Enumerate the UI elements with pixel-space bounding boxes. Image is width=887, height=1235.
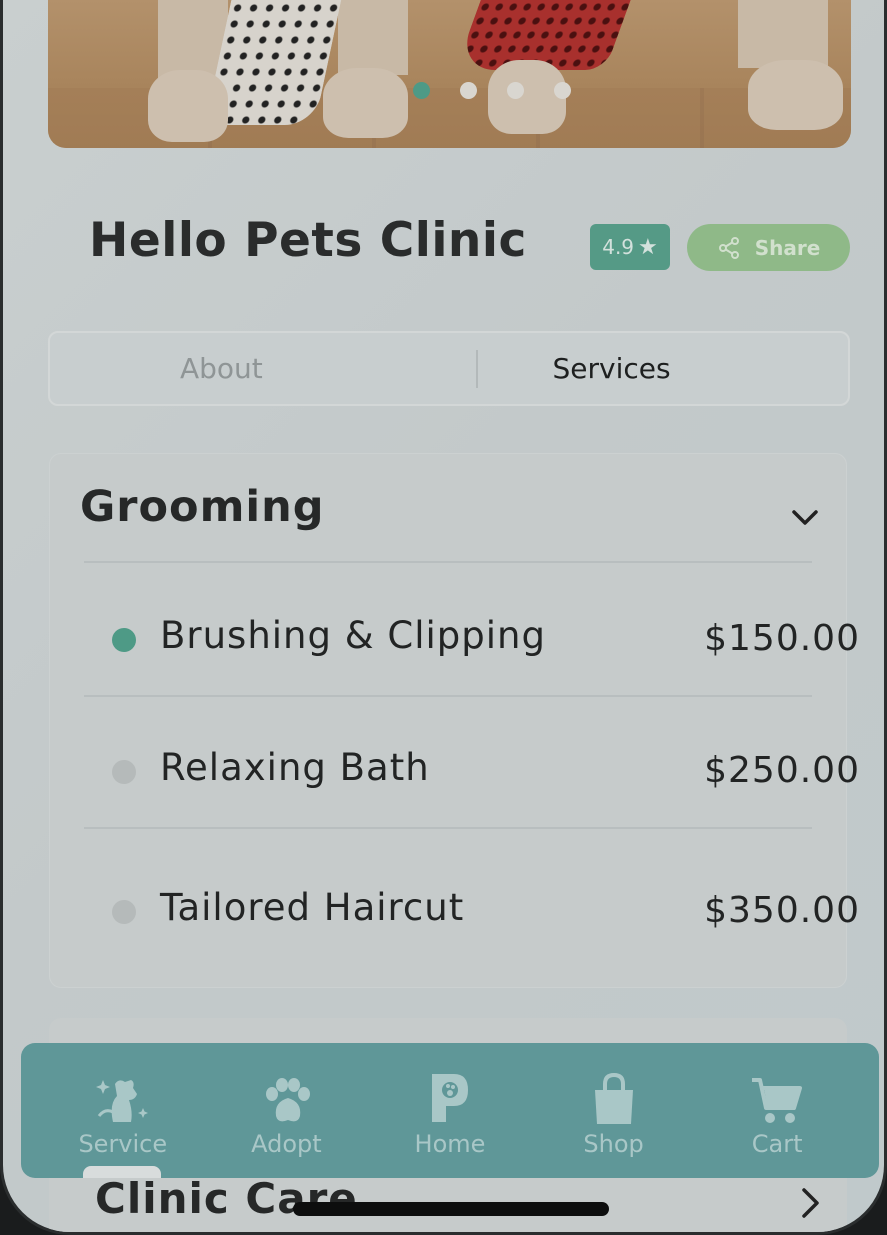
bottom-navigation: Service Adopt Home Shop Cart (21, 1043, 879, 1178)
nav-service[interactable]: Service (53, 1056, 193, 1166)
carousel-dot[interactable] (554, 82, 571, 99)
app-logo-icon (431, 1073, 468, 1122)
category-title[interactable]: Grooming (80, 482, 325, 532)
chevron-right-icon[interactable] (795, 1186, 825, 1220)
divider (84, 695, 812, 697)
service-price: $350.00 (704, 890, 860, 931)
divider (84, 561, 812, 563)
clinic-name: Hello Pets Clinic (89, 213, 527, 268)
active-nav-indicator (83, 1166, 161, 1178)
dog-paw (748, 60, 843, 130)
home-indicator-bar[interactable] (293, 1202, 609, 1216)
service-name: Tailored Haircut (160, 886, 465, 929)
service-name: Brushing & Clipping (160, 614, 546, 657)
tab-services[interactable]: Services (478, 352, 849, 385)
nav-label: Service (78, 1129, 168, 1158)
carousel-dot[interactable] (460, 82, 477, 99)
service-item[interactable]: Tailored Haircut $350.00 (110, 878, 859, 938)
service-category-card: Grooming Brushing & Clipping $150.00 Rel… (49, 453, 859, 988)
service-name: Relaxing Bath (160, 746, 430, 789)
nav-label: Home (414, 1129, 486, 1158)
shopping-bag-icon (594, 1072, 633, 1124)
dog-leg (338, 0, 408, 75)
nav-label: Adopt (251, 1129, 322, 1158)
rating-badge: 4.9 ★ (590, 224, 670, 270)
divider (84, 827, 812, 829)
service-price: $250.00 (704, 750, 860, 791)
share-button[interactable]: Share (687, 224, 850, 271)
nav-label: Cart (751, 1129, 803, 1158)
unselected-indicator (112, 760, 136, 784)
paw-icon (266, 1077, 311, 1121)
nav-cart[interactable]: Cart (707, 1056, 847, 1166)
nav-shop[interactable]: Shop (544, 1056, 684, 1166)
detail-tabs: About Services (48, 331, 850, 406)
chevron-down-icon[interactable] (790, 502, 820, 532)
service-item[interactable]: Brushing & Clipping $150.00 (110, 606, 859, 666)
polka-dot-scarf-red (455, 0, 631, 70)
star-icon: ★ (638, 234, 658, 260)
carousel-indicator (413, 82, 571, 99)
carousel-dot[interactable] (507, 82, 524, 99)
nav-home[interactable]: Home (380, 1056, 520, 1166)
tab-about[interactable]: About (50, 352, 476, 385)
dog-grooming-icon (95, 1079, 148, 1122)
service-price: $150.00 (704, 618, 860, 659)
share-label: Share (754, 235, 821, 260)
selected-indicator (112, 628, 136, 652)
dog-leg (738, 0, 828, 68)
app-screen: Hello Pets Clinic 4.9 ★ Share About Serv… (0, 0, 887, 1235)
service-item[interactable]: Relaxing Bath $250.00 (110, 738, 859, 798)
dog-paw (323, 68, 408, 138)
dog-paw (148, 70, 228, 142)
unselected-indicator (112, 900, 136, 924)
rating-value: 4.9 (602, 235, 635, 259)
cart-icon (752, 1077, 803, 1123)
clinic-photo-carousel[interactable] (48, 0, 851, 148)
nav-adopt[interactable]: Adopt (216, 1056, 356, 1166)
nav-label: Shop (583, 1129, 644, 1158)
carousel-dot[interactable] (413, 82, 430, 99)
share-icon (718, 236, 739, 259)
